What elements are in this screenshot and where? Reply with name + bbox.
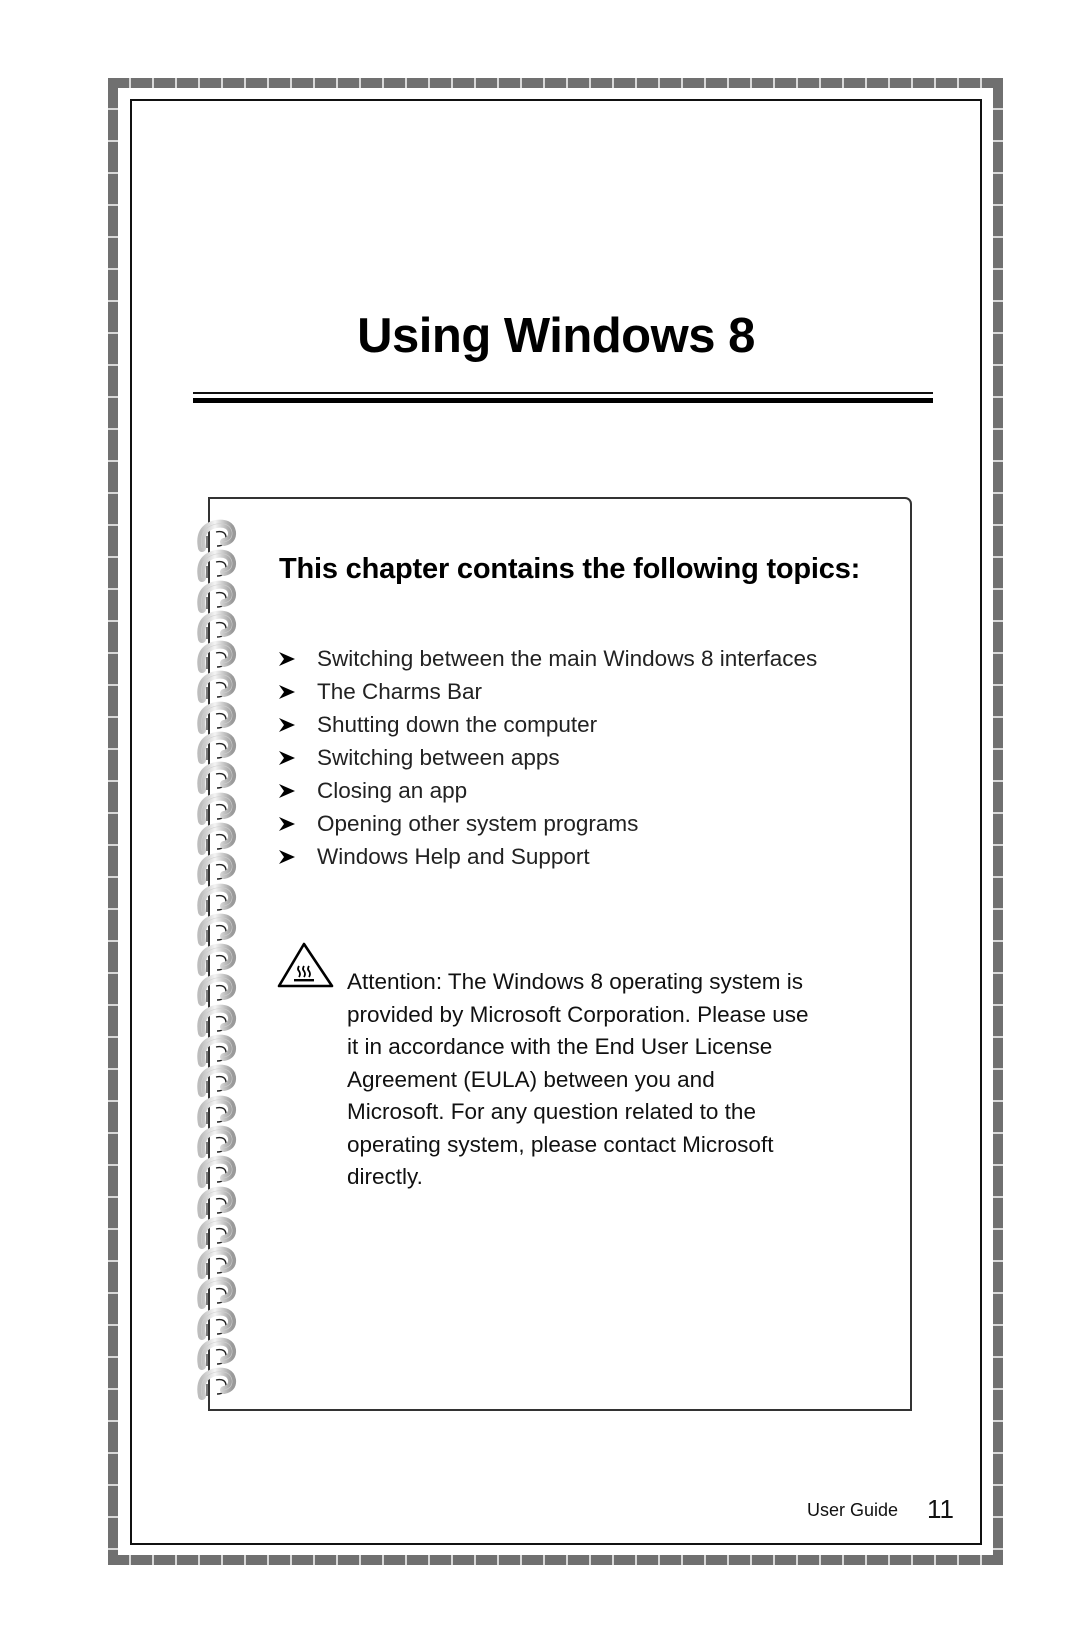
spiral-coil-icon (194, 1033, 240, 1068)
spiral-coil-icon (194, 972, 240, 1007)
spiral-coil-icon (194, 639, 240, 674)
spiral-coil-icon (194, 1306, 240, 1340)
spiral-coil-icon (194, 791, 240, 825)
spiral-coil-icon (194, 730, 240, 765)
spiral-coil-icon (194, 1275, 240, 1310)
topic-label: Closing an app (317, 778, 468, 803)
arrowhead-bullet-icon (279, 850, 295, 864)
topic-list-item: Switching between the main Windows 8 int… (278, 642, 838, 675)
border-bottom-dashes (108, 1555, 1003, 1565)
topic-label: Switching between apps (317, 745, 560, 770)
spiral-coil-icon (194, 942, 240, 977)
topics-heading: This chapter contains the following topi… (279, 553, 861, 585)
spiral-coil-icon (194, 669, 240, 704)
spiral-coil-icon (194, 609, 240, 643)
spiral-coil-icon (194, 760, 240, 795)
topic-label: Switching between the main Windows 8 int… (317, 646, 818, 671)
topic-list-item: Shutting down the computer (278, 708, 838, 741)
spiral-coil-icon (194, 912, 240, 946)
topic-label: Opening other system programs (317, 811, 639, 836)
topic-label: The Charms Bar (317, 679, 483, 704)
spiral-coil-icon (194, 579, 240, 613)
hot-surface-warning-icon (277, 942, 334, 988)
page-number: 11 (927, 1494, 954, 1524)
arrowhead-bullet-icon (279, 784, 295, 798)
arrowhead-bullet-icon (279, 652, 295, 666)
spiral-coil-icon (194, 1154, 240, 1189)
topic-label: Shutting down the computer (317, 712, 598, 737)
spiral-coil-icon (194, 1124, 240, 1158)
title-rule-thin (193, 392, 933, 394)
topic-list-item: Switching between apps (278, 741, 838, 774)
spiral-coil-icon (194, 700, 240, 734)
spiral-coil-icon (194, 518, 240, 552)
topic-label: Windows Help and Support (317, 844, 590, 869)
spiral-coil-icon (194, 1003, 240, 1037)
border-top-dashes (108, 78, 1003, 88)
spiral-coil-icon (194, 548, 240, 583)
arrowhead-bullet-icon (279, 685, 295, 699)
chapter-title: Using Windows 8 (357, 309, 755, 363)
attention-text: Attention: The Windows 8 operating syste… (347, 969, 809, 1189)
border-right-dashes (993, 78, 1003, 1565)
spiral-coil-icon (194, 821, 240, 855)
arrowhead-bullet-icon (279, 817, 295, 831)
arrowhead-bullet-icon (279, 718, 295, 732)
footer-guide-label: User Guide (807, 1500, 899, 1520)
topic-list-item: The Charms Bar (278, 675, 838, 708)
spiral-binding (194, 518, 240, 1401)
spiral-coil-icon (194, 851, 240, 886)
border-left-dashes (108, 78, 118, 1555)
spiral-coil-icon (194, 1185, 240, 1219)
spiral-coil-icon (194, 1366, 240, 1401)
spiral-coil-icon (194, 1336, 240, 1371)
arrowhead-bullet-icon (279, 751, 295, 765)
topic-list-item: Opening other system programs (278, 807, 838, 840)
spiral-coil-icon (194, 882, 240, 916)
title-rule-thick (193, 398, 933, 403)
topic-list-item: Windows Help and Support (278, 840, 838, 873)
spiral-coil-icon (194, 1063, 240, 1098)
spiral-coil-icon (194, 1215, 240, 1249)
topic-list-item: Closing an app (278, 774, 838, 807)
spiral-coil-icon (194, 1245, 240, 1280)
spiral-coil-icon (194, 1094, 240, 1128)
topic-list: Switching between the main Windows 8 int… (278, 642, 838, 873)
